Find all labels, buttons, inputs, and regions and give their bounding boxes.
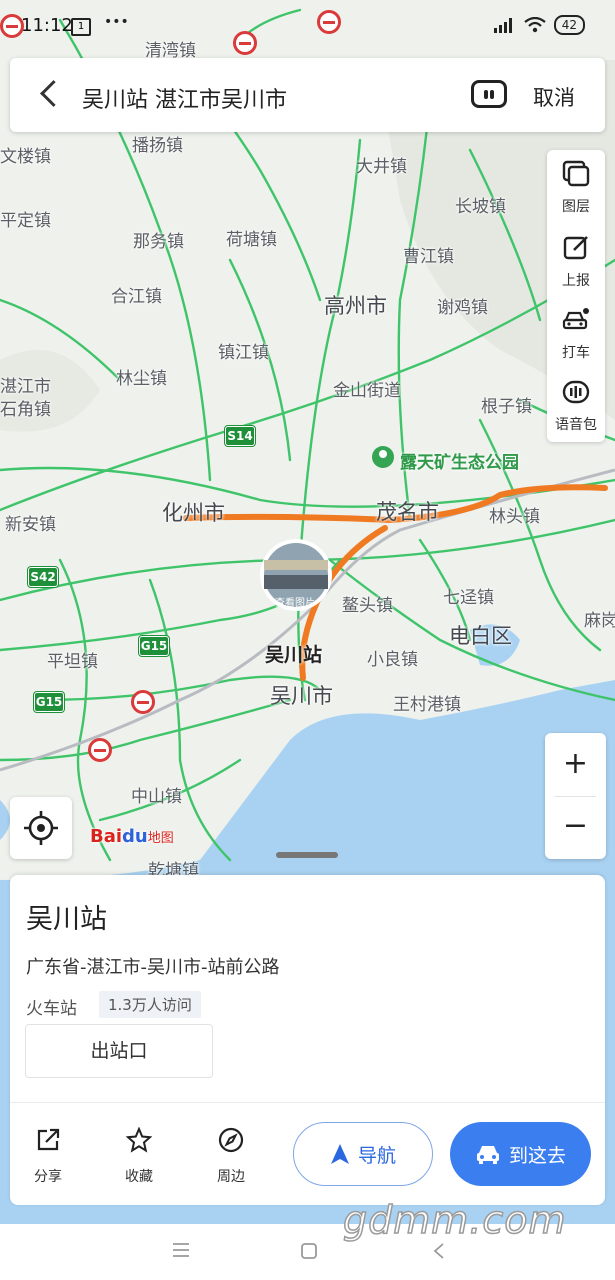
home-icon[interactable] [300, 1242, 318, 1260]
report-icon [563, 236, 588, 260]
place-sheet: 吴川站 广东省-湛江市-吴川市-站前公路 火车站 1.3万人访问 出站口 分享 … [0, 845, 615, 1225]
share-button[interactable]: 分享 [18, 1127, 78, 1186]
town-label: 曹江镇 [403, 247, 454, 267]
watermark: gdmm.com [342, 1197, 567, 1243]
photo-label[interactable]: 查看图片 [275, 594, 315, 609]
station-exit-button[interactable]: 出站口 [25, 1024, 213, 1078]
taxi-button[interactable]: 打车 [547, 296, 605, 368]
town-label: 谢鸡镇 [437, 298, 488, 318]
signal-icon [493, 18, 512, 33]
town-label: 七迳镇 [443, 588, 494, 608]
city-label: 电白区 [449, 624, 512, 648]
navigate-button[interactable]: 导航 [293, 1122, 433, 1186]
city-label: 茂名市 [376, 500, 439, 524]
town-label: 新安镇 [5, 515, 56, 535]
town-label: 林头镇 [489, 507, 540, 527]
voice-pack-button[interactable]: 语音包 [547, 368, 605, 440]
baidu-map-logo: Baidu地图 [90, 826, 174, 847]
compass-icon [218, 1127, 244, 1153]
highway-shield: G15 [34, 692, 64, 712]
back-icon[interactable] [40, 80, 67, 107]
no-entry-icon [88, 738, 112, 762]
notification-icon: 1 [71, 18, 91, 36]
town-label: 文楼镇 [0, 147, 51, 167]
town-label: 长坡镇 [455, 197, 506, 217]
place-address: 广东省-湛江市-吴川市-站前公路 [26, 957, 280, 978]
status-bar: 11:12 1 ••• 42 [0, 0, 615, 52]
navigate-label: 导航 [357, 1144, 396, 1167]
tool-label: 上报 [562, 273, 590, 289]
city-label: 高州市 [324, 294, 387, 318]
go-here-button[interactable]: 到这去 [450, 1122, 591, 1186]
town-label: 播扬镇 [132, 136, 183, 156]
more-dots: ••• [104, 14, 129, 30]
highway-shield: G15 [139, 636, 169, 656]
town-label: 麻岗 [584, 611, 615, 631]
search-query[interactable]: 吴川站 湛江市吴川市 [82, 82, 287, 114]
town-label: 金山街道 [333, 381, 401, 401]
status-time: 11:12 [21, 15, 73, 36]
park-label[interactable]: 露天矿生态公园 [400, 448, 519, 473]
town-label: 合江镇 [111, 287, 162, 307]
layers-icon [562, 160, 590, 187]
map-tools: 图层 上报 打车 语音包 [547, 150, 605, 442]
favorite-button[interactable]: 收藏 [109, 1126, 169, 1186]
visit-count-badge: 1.3万人访问 [99, 991, 201, 1018]
nearby-button[interactable]: 周边 [201, 1127, 261, 1186]
town-label: 根子镇 [481, 397, 532, 417]
report-button[interactable]: 上报 [547, 224, 605, 296]
layers-button[interactable]: 图层 [547, 150, 605, 222]
voice-pack-icon [562, 380, 590, 404]
car-icon [476, 1146, 499, 1164]
action-label: 收藏 [125, 1169, 153, 1185]
star-icon [125, 1126, 153, 1153]
town-label: 镇江镇 [218, 343, 269, 363]
town-label: 林尘镇 [116, 369, 167, 389]
voice-input-icon[interactable] [471, 80, 507, 108]
action-label: 分享 [34, 1169, 62, 1185]
town-label: 平坦镇 [47, 652, 98, 672]
menu-icon[interactable] [172, 1242, 190, 1258]
town-label: 王村港镇 [393, 695, 461, 715]
zoom-control: + − [545, 733, 606, 859]
divider [10, 1102, 605, 1103]
tool-label: 打车 [562, 345, 590, 361]
town-label: 荷塘镇 [226, 230, 277, 250]
zoom-in-button[interactable]: + [545, 733, 606, 795]
highway-shield: S14 [225, 426, 255, 446]
cancel-button[interactable]: 取消 [533, 82, 575, 112]
place-card: 吴川站 广东省-湛江市-吴川市-站前公路 火车站 1.3万人访问 出站口 分享 … [10, 875, 605, 1205]
station-label[interactable]: 吴川站 [265, 640, 322, 667]
tool-label: 图层 [562, 199, 590, 215]
town-label: 湛江市 石角镇 [0, 377, 51, 420]
town-label: 那务镇 [133, 232, 184, 252]
wifi-icon [524, 17, 546, 33]
battery-icon: 42 [553, 15, 585, 35]
town-label: 大井镇 [356, 157, 407, 177]
city-label: 化州市 [162, 501, 225, 525]
back-nav-icon[interactable] [432, 1242, 446, 1260]
town-label: 平定镇 [0, 211, 51, 231]
town-label: 鳌头镇 [342, 596, 393, 616]
search-bar[interactable]: 吴川站 湛江市吴川市 取消 [10, 58, 605, 132]
go-here-label: 到这去 [508, 1144, 566, 1167]
place-name: 吴川站 [26, 904, 107, 935]
tool-label: 语音包 [555, 417, 597, 433]
town-label: 中山镇 [131, 787, 182, 807]
share-icon [37, 1128, 60, 1151]
drag-handle[interactable] [276, 852, 338, 858]
taxi-icon [562, 308, 589, 330]
place-category: 火车站 [26, 999, 77, 1019]
city-label: 吴川市 [270, 684, 333, 708]
highway-shield: S42 [28, 567, 58, 587]
navigate-arrow-icon [330, 1144, 349, 1164]
action-label: 周边 [217, 1169, 245, 1185]
no-entry-icon [131, 690, 155, 714]
town-label: 小良镇 [367, 650, 418, 670]
